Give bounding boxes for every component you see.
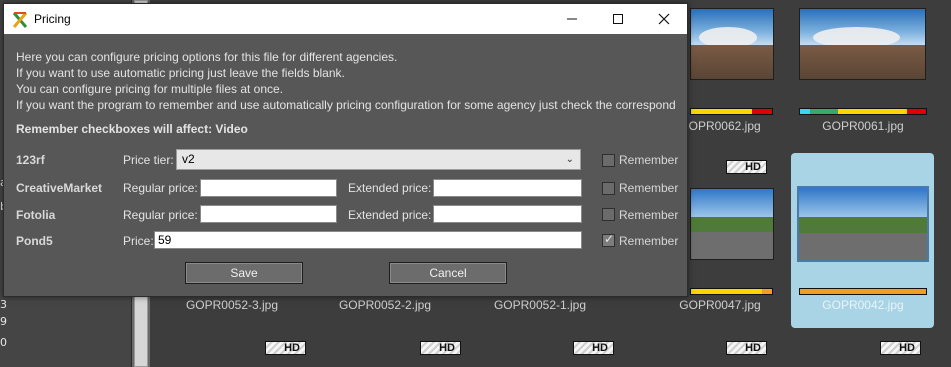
fotolia-regular-price-input[interactable] <box>200 205 337 223</box>
close-button[interactable] <box>641 4 687 34</box>
hd-badge: HD <box>420 341 461 355</box>
maximize-button[interactable] <box>595 4 641 34</box>
agency-label-pond5: Pond5 <box>16 234 53 248</box>
description-line: If you want the program to remember and … <box>16 98 676 112</box>
hd-badge: HD <box>726 160 767 174</box>
description-line: Here you can configure pricing options f… <box>16 50 398 64</box>
price-label: Price: <box>123 234 154 248</box>
price-tier-select[interactable]: v2 ⌄ <box>176 149 581 170</box>
hd-badge: HD <box>265 341 306 355</box>
creativemarket-regular-price-input[interactable] <box>200 179 337 197</box>
remember-checkbox-fotolia[interactable] <box>602 208 615 221</box>
remember-checkbox-pond5[interactable]: ✓ <box>602 232 615 247</box>
left-panel-text: 9 <box>0 315 7 328</box>
dialog-titlebar[interactable]: Pricing <box>4 4 687 34</box>
chevron-down-icon: ⌄ <box>565 154 574 165</box>
thumbnail-filename: GOPR0052-3.jpg <box>185 298 279 312</box>
thumbnail-filename: GOPR0052-2.jpg <box>338 298 432 312</box>
left-panel-text: 0 <box>0 336 7 349</box>
creativemarket-extended-price-input[interactable] <box>433 179 582 197</box>
minimize-button[interactable] <box>549 4 595 34</box>
rating-bar <box>690 288 773 295</box>
remember-label: Remember <box>619 208 679 222</box>
rating-bar <box>799 288 927 295</box>
remember-affect-note: Remember checkboxes will affect: Video <box>16 122 248 136</box>
agency-label-fotolia: Fotolia <box>16 208 56 222</box>
hd-badge: HD <box>573 341 614 355</box>
thumbnail-filename: GOPR0047.jpg <box>679 298 761 312</box>
hd-badge: HD <box>880 341 921 355</box>
app-logo-icon <box>13 12 27 28</box>
regular-price-label: Regular price: <box>123 181 198 195</box>
remember-label: Remember <box>619 234 679 248</box>
remember-label: Remember <box>619 153 679 167</box>
minimize-icon <box>567 18 577 20</box>
agency-label-123rf: 123rf <box>16 153 45 167</box>
thumbnail-image[interactable] <box>690 188 774 260</box>
close-icon <box>658 13 670 25</box>
save-button[interactable]: Save <box>185 262 303 284</box>
dialog-title: Pricing <box>34 12 71 26</box>
cancel-button[interactable]: Cancel <box>389 262 507 284</box>
left-panel-text: 3 <box>0 298 7 311</box>
pricing-dialog: Pricing Here you can configure pricing o… <box>3 3 688 297</box>
regular-price-label: Regular price: <box>123 208 198 222</box>
thumbnail-image[interactable] <box>799 8 926 80</box>
extended-price-label: Extended price: <box>348 208 432 222</box>
thumbnail-filename: GOPR0042.jpg <box>822 298 904 312</box>
price-tier-label: Price tier: <box>123 153 174 167</box>
thumbnail-image[interactable] <box>690 8 774 80</box>
description-line: You can configure pricing for multiple f… <box>16 82 284 96</box>
description-line: If you want to use automatic pricing jus… <box>16 66 345 80</box>
hd-badge: HD <box>726 341 767 355</box>
thumbnail-image[interactable] <box>797 186 929 262</box>
remember-checkbox-123rf[interactable] <box>602 154 615 167</box>
price-tier-value: v2 <box>182 152 195 166</box>
extended-price-label: Extended price: <box>348 181 432 195</box>
remember-checkbox-creativemarket[interactable] <box>602 182 615 195</box>
rating-bar <box>690 108 773 115</box>
thumbnail-filename: GOPR0061.jpg <box>822 119 904 133</box>
agency-label-creativemarket: CreativeMarket <box>16 181 103 195</box>
remember-label: Remember <box>619 181 679 195</box>
thumbnail-filename: GOPR0052-1.jpg <box>493 298 587 312</box>
fotolia-extended-price-input[interactable] <box>433 205 582 223</box>
rating-bar <box>799 108 927 115</box>
pond5-price-input[interactable] <box>154 231 582 249</box>
checkmark-icon: ✓ <box>604 232 615 246</box>
maximize-icon <box>613 14 623 24</box>
